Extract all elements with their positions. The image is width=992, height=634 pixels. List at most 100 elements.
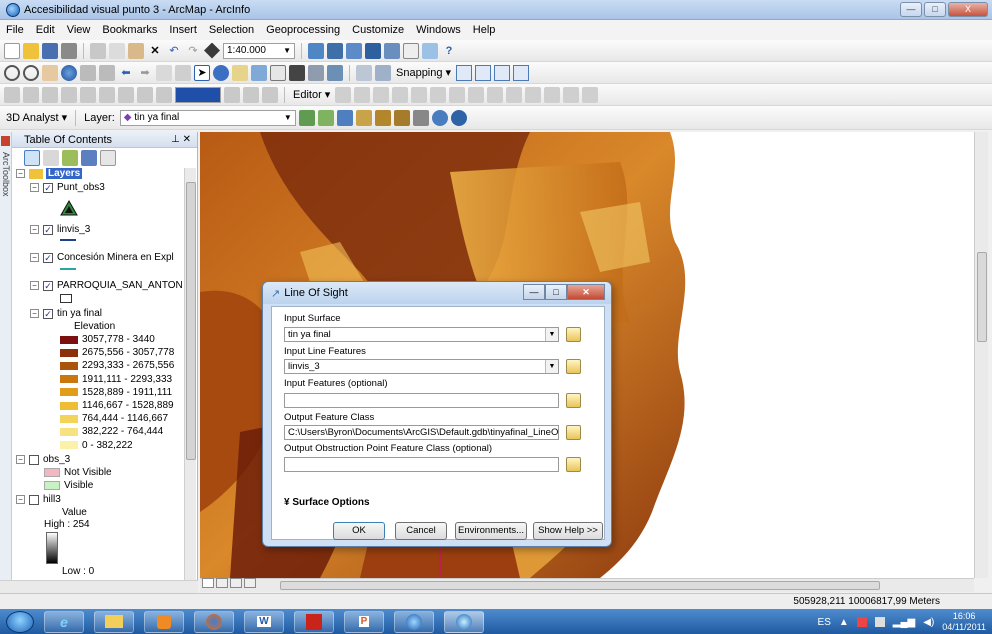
arctoolbox-icon[interactable] — [1, 136, 10, 146]
taskbar-powerpoint-icon[interactable]: P — [344, 610, 384, 633]
options-icon[interactable] — [100, 150, 116, 166]
model-builder-icon[interactable] — [422, 42, 438, 59]
paste-icon[interactable] — [128, 42, 144, 59]
layer-select[interactable]: ◆ tin ya final ▼ — [119, 109, 296, 126]
layer-row-parroquia[interactable]: − ✓ PARROQUIA_SAN_ANTON — [30, 280, 182, 291]
refresh-view-icon[interactable] — [230, 578, 242, 588]
taskbar-acrobat-icon[interactable] — [294, 610, 334, 633]
line-of-sight-icon[interactable] — [336, 109, 353, 126]
tray-expand-icon[interactable]: ▲ — [839, 617, 849, 628]
layer-row-obs-3[interactable]: − obs_3 — [16, 454, 70, 465]
menu-insert[interactable]: Insert — [169, 24, 197, 36]
browse-folder-icon[interactable] — [566, 457, 581, 472]
layer-visibility-checkbox[interactable] — [29, 494, 39, 505]
snapping-menu[interactable]: Snapping ▾ — [394, 66, 453, 79]
layer-row-hill3[interactable]: − hill3 — [16, 494, 61, 505]
menu-geoprocessing[interactable]: Geoprocessing — [266, 24, 340, 36]
table-of-contents-icon[interactable] — [327, 42, 343, 59]
layout-tool-icon[interactable] — [224, 86, 240, 103]
forward-extent-icon[interactable]: ➡ — [137, 65, 153, 81]
pin-close-icon[interactable]: ⊥ ✕ — [171, 134, 191, 145]
dialog-close-button[interactable]: ✕ — [567, 284, 605, 300]
browse-folder-icon[interactable] — [566, 425, 581, 440]
georef-tool-icon[interactable] — [23, 86, 39, 103]
action-center-icon[interactable] — [856, 617, 867, 627]
select-features-icon[interactable] — [156, 64, 172, 81]
create-viewer-icon[interactable] — [375, 64, 391, 81]
create-contours-icon[interactable] — [298, 109, 315, 126]
input-features-field[interactable] — [284, 393, 559, 408]
redo-icon[interactable]: ↷ — [185, 43, 201, 59]
search-window-icon[interactable] — [365, 42, 381, 59]
find-route-icon[interactable] — [308, 64, 324, 81]
chevron-down-icon[interactable]: ▼ — [545, 328, 558, 341]
chevron-down-icon[interactable]: ▼ — [545, 360, 558, 373]
georef-tool-icon[interactable] — [4, 86, 20, 103]
layer-row-tin-ya-final[interactable]: − ✓ tin ya final — [30, 308, 102, 319]
browse-folder-icon[interactable] — [566, 393, 581, 408]
map-horizontal-scrollbar[interactable] — [200, 578, 974, 592]
collapse-icon[interactable]: − — [16, 495, 25, 504]
menu-file[interactable]: File — [6, 24, 24, 36]
layer-row-concesion[interactable]: − ✓ Concesión Minera en Expl — [30, 252, 174, 263]
sketch-properties-icon[interactable] — [563, 86, 580, 103]
vertex-snapping-icon[interactable] — [494, 64, 511, 81]
georef-tool-icon[interactable] — [42, 86, 58, 103]
layer-visibility-checkbox[interactable]: ✓ — [43, 182, 53, 193]
close-button[interactable]: X — [948, 2, 988, 17]
hyperlink-icon[interactable] — [232, 64, 248, 81]
time-slider-icon[interactable] — [356, 64, 372, 81]
layer-row-linvis-3[interactable]: − ✓ linvis_3 — [30, 224, 90, 235]
georef-tool-icon[interactable] — [61, 86, 77, 103]
output-feature-class-field[interactable]: C:\Users\Byron\Documents\ArcGIS\Default.… — [284, 425, 559, 440]
ok-button[interactable]: OK — [333, 522, 385, 540]
menu-help[interactable]: Help — [473, 24, 496, 36]
steepest-path-icon[interactable] — [317, 109, 334, 126]
measure-icon[interactable] — [270, 64, 286, 81]
collapse-icon[interactable]: − — [30, 281, 39, 290]
list-by-source-icon[interactable] — [43, 150, 59, 166]
interpolate-point-icon[interactable] — [355, 109, 372, 126]
layer-visibility-checkbox[interactable]: ✓ — [43, 252, 53, 263]
create-features-icon[interactable] — [582, 86, 599, 103]
input-surface-select[interactable]: tin ya final ▼ — [284, 327, 559, 342]
input-line-select[interactable]: linvis_3 ▼ — [284, 359, 559, 374]
toc-horizontal-scrollbar[interactable] — [0, 580, 198, 594]
menu-windows[interactable]: Windows — [416, 24, 461, 36]
edit-vertices-icon[interactable] — [449, 86, 466, 103]
collapse-icon[interactable]: − — [30, 309, 39, 318]
go-to-xy-icon[interactable] — [327, 64, 343, 81]
taskbar-arcgis-icon[interactable] — [394, 610, 434, 633]
profile-graph-icon[interactable] — [412, 109, 429, 126]
maximize-button[interactable]: □ — [924, 2, 946, 17]
find-icon[interactable] — [289, 64, 305, 81]
reshape-icon[interactable] — [468, 86, 485, 103]
layout-view-icon[interactable] — [216, 578, 228, 588]
straight-segment-icon[interactable] — [373, 86, 390, 103]
zoom-in-icon[interactable] — [4, 64, 20, 81]
browse-folder-icon[interactable] — [566, 327, 581, 342]
layout-tool-icon[interactable] — [243, 86, 259, 103]
language-indicator[interactable]: ES — [818, 617, 831, 628]
environments-button[interactable]: Environments... — [455, 522, 527, 540]
python-window-icon[interactable] — [403, 42, 419, 59]
save-icon[interactable] — [42, 42, 58, 59]
dialog-minimize-button[interactable]: — — [523, 284, 545, 300]
arctoolbox-icon[interactable] — [384, 42, 400, 59]
power-icon[interactable] — [874, 617, 885, 627]
list-by-visibility-icon[interactable] — [62, 150, 78, 166]
georef-tool-icon[interactable] — [99, 86, 115, 103]
collapse-icon[interactable]: − — [30, 183, 39, 192]
rotate-icon[interactable] — [525, 86, 542, 103]
map-vertical-scrollbar[interactable] — [974, 132, 988, 578]
georef-tool-icon[interactable] — [137, 86, 153, 103]
html-popup-icon[interactable] — [251, 64, 267, 81]
menu-bookmarks[interactable]: Bookmarks — [102, 24, 157, 36]
scroll-thumb[interactable] — [186, 182, 196, 460]
minimize-button[interactable]: — — [900, 2, 922, 17]
menu-selection[interactable]: Selection — [209, 24, 254, 36]
collapse-icon[interactable]: − — [16, 169, 25, 178]
data-view-icon[interactable] — [202, 578, 214, 588]
show-help-button[interactable]: Show Help >> — [533, 522, 603, 540]
point-icon[interactable] — [430, 86, 447, 103]
